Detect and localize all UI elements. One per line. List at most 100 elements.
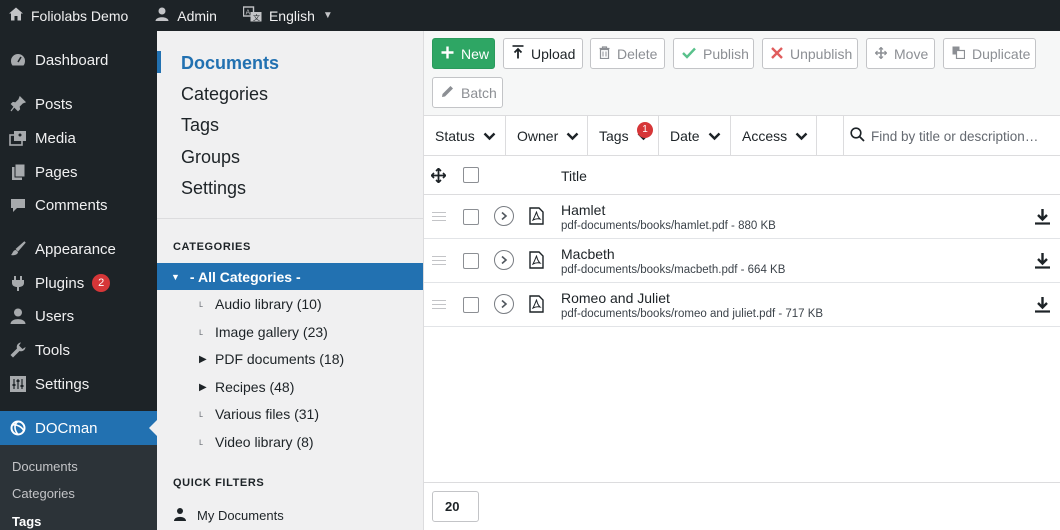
button-label: New (461, 45, 490, 62)
menu-media[interactable]: Media (0, 121, 157, 155)
filter-status[interactable]: Status (424, 116, 506, 156)
menu-plugins[interactable]: Plugins 2 (0, 266, 157, 300)
category-all[interactable]: ▼ - All Categories - (157, 263, 423, 290)
document-title[interactable]: Macbeth (561, 246, 615, 262)
menu-settings[interactable]: Settings (0, 367, 157, 401)
table-row[interactable]: Hamlet pdf-documents/books/hamlet.pdf - … (424, 195, 1060, 239)
drag-handle[interactable] (432, 256, 446, 265)
document-title[interactable]: Romeo and Juliet (561, 290, 670, 306)
brush-icon (9, 240, 27, 258)
language-label: English (268, 7, 315, 24)
row-checkbox[interactable] (463, 297, 479, 313)
table-row[interactable]: Romeo and Juliet pdf-documents/books/rom… (424, 283, 1060, 327)
menu-label: Comments (35, 196, 108, 214)
menu-docman[interactable]: DOCman (0, 411, 157, 445)
category-label: Audio library (10) (215, 296, 322, 312)
category-item[interactable]: ʟ Audio library (10) (199, 296, 322, 312)
plus-icon (441, 46, 461, 62)
site-name-link[interactable]: Foliolabs Demo (0, 0, 136, 31)
category-item[interactable]: ▶ Recipes (48) (199, 379, 294, 395)
table-row[interactable]: Macbeth pdf-documents/books/macbeth.pdf … (424, 239, 1060, 283)
filter-tags[interactable]: Tags 1 (588, 116, 659, 156)
filter-date[interactable]: Date (659, 116, 731, 156)
categories-heading: CATEGORIES (173, 241, 251, 253)
submenu-categories[interactable]: Categories (12, 486, 75, 501)
category-item[interactable]: ʟ Various files (31) (199, 406, 319, 422)
caret-right-icon[interactable]: ▶ (199, 382, 215, 393)
category-item[interactable]: ʟ Video library (8) (199, 434, 314, 450)
caret-down-icon: ▼ (171, 271, 180, 282)
home-icon (8, 6, 31, 25)
nav-categories[interactable]: Categories (181, 84, 268, 105)
search-input[interactable]: Find by title or description… (843, 116, 1060, 156)
title-column-header[interactable]: Title (561, 168, 587, 184)
filter-access[interactable]: Access (731, 116, 817, 156)
language-switcher[interactable]: A文 English ▼ (235, 0, 341, 31)
menu-tools[interactable]: Tools (0, 333, 157, 367)
filter-label: Owner (517, 128, 559, 144)
quick-filter-label: My Documents (197, 508, 284, 523)
quick-filter-my-documents[interactable]: My Documents (173, 507, 284, 524)
duplicate-button[interactable]: Duplicate (943, 38, 1036, 69)
table-header: Title (424, 156, 1060, 195)
category-all-label: - All Categories - (189, 268, 301, 285)
menu-dashboard[interactable]: Dashboard (0, 43, 157, 77)
select-all-checkbox[interactable] (463, 167, 479, 183)
per-page-select[interactable]: 20 (432, 491, 479, 522)
trash-icon (599, 45, 617, 62)
filter-owner[interactable]: Owner (506, 116, 588, 156)
submenu-tags[interactable]: Tags (12, 514, 41, 529)
document-title[interactable]: Hamlet (561, 202, 605, 218)
filter-label: Access (742, 128, 788, 144)
download-icon[interactable] (1034, 208, 1051, 230)
row-checkbox[interactable] (463, 209, 479, 225)
download-icon[interactable] (1034, 252, 1051, 274)
site-name: Foliolabs Demo (31, 7, 129, 24)
publish-button[interactable]: Publish (673, 38, 754, 69)
svg-text:文: 文 (253, 13, 260, 22)
nav-documents[interactable]: Documents (181, 53, 279, 74)
plugins-update-badge: 2 (92, 274, 111, 292)
drag-handle[interactable] (432, 212, 446, 221)
nav-groups[interactable]: Groups (181, 147, 240, 168)
download-icon[interactable] (1034, 296, 1051, 318)
pages-icon (9, 163, 27, 181)
menu-users[interactable]: Users (0, 299, 157, 333)
table-footer: 20 (424, 482, 1060, 530)
docman-icon (9, 419, 27, 437)
move-icon[interactable] (430, 167, 447, 188)
menu-label: Users (35, 307, 75, 325)
caret-right-icon[interactable]: ▶ (199, 354, 215, 365)
batch-button[interactable]: Batch (432, 77, 503, 108)
menu-posts[interactable]: Posts (0, 87, 157, 121)
row-checkbox[interactable] (463, 253, 479, 269)
menu-comments[interactable]: Comments (0, 188, 157, 222)
expand-row-button[interactable] (494, 294, 514, 314)
menu-label: Tools (35, 341, 71, 359)
expand-row-button[interactable] (494, 206, 514, 226)
pdf-file-icon (529, 207, 544, 230)
unpublish-button[interactable]: Unpublish (762, 38, 858, 69)
submenu-documents[interactable]: Documents (12, 459, 78, 474)
admin-user-link[interactable]: Admin (146, 0, 225, 31)
drag-handle[interactable] (432, 300, 446, 309)
pencil-icon (441, 85, 461, 101)
category-item[interactable]: ʟ Image gallery (23) (199, 324, 328, 340)
nav-settings[interactable]: Settings (181, 178, 246, 199)
pdf-file-icon (529, 295, 544, 318)
toolbar: New Upload Delete Publish Unpublish Move… (424, 31, 1060, 116)
expand-row-button[interactable] (494, 250, 514, 270)
category-label: Video library (8) (215, 434, 314, 450)
button-label: Publish (703, 45, 749, 62)
chevron-down-icon (795, 128, 808, 144)
new-button[interactable]: New (432, 38, 495, 69)
move-button[interactable]: Move (866, 38, 935, 69)
delete-button[interactable]: Delete (590, 38, 665, 69)
menu-appearance[interactable]: Appearance (0, 232, 157, 266)
category-item[interactable]: ▶ PDF documents (18) (199, 351, 344, 367)
upload-button[interactable]: Upload (503, 38, 583, 69)
menu-pages[interactable]: Pages (0, 155, 157, 189)
x-icon (771, 46, 790, 62)
documents-panel: New Upload Delete Publish Unpublish Move… (424, 31, 1060, 530)
nav-tags[interactable]: Tags (181, 115, 219, 136)
